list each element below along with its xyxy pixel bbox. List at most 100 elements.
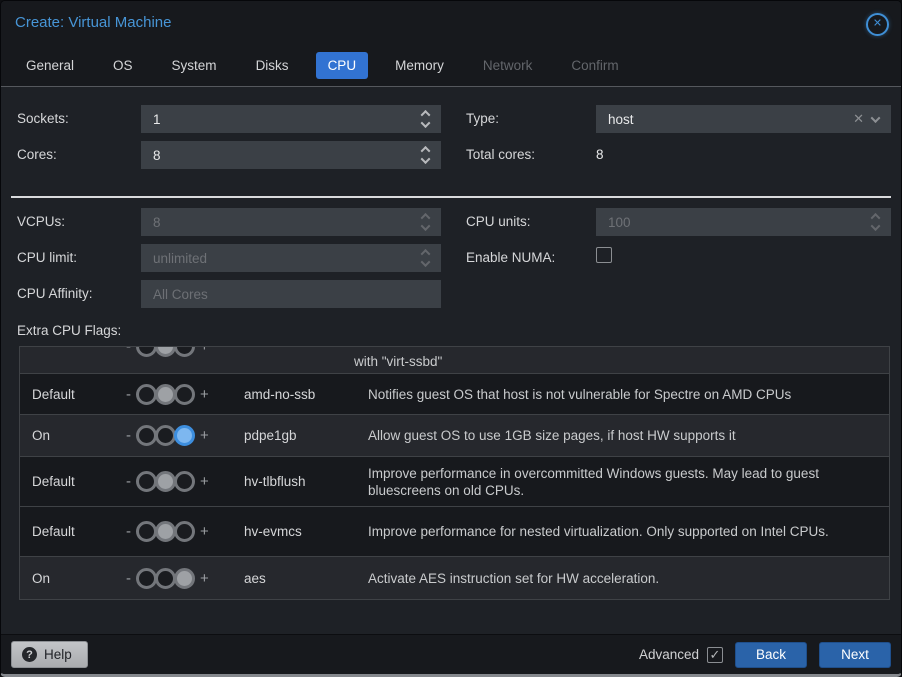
plus-label: +	[200, 474, 209, 489]
tab-label: Memory	[395, 58, 444, 73]
minus-label: -	[126, 474, 131, 489]
flag-row: Default - + hv-tlbflush Improve performa…	[20, 457, 889, 507]
flag-row: On - + pdpe1gb Allow guest OS to use 1GB…	[20, 415, 889, 457]
next-button[interactable]: Next	[819, 642, 891, 668]
cpu-affinity-label: CPU Affinity:	[17, 286, 93, 301]
slider-off-dot[interactable]	[136, 521, 157, 542]
flag-name: hv-tlbflush	[244, 474, 368, 489]
clear-icon[interactable]: ✕	[845, 111, 872, 127]
cpu-affinity-input[interactable]	[141, 287, 441, 302]
spinner	[416, 110, 441, 128]
cores-input[interactable]	[141, 148, 416, 163]
spinner-down-icon[interactable]	[421, 257, 431, 267]
cpu-limit-label: CPU limit:	[17, 250, 77, 265]
spinner-down-icon[interactable]	[871, 221, 881, 231]
slider-off-dot[interactable]	[136, 568, 157, 589]
slider-default-dot[interactable]	[155, 568, 176, 589]
cpu-limit-field[interactable]	[141, 244, 441, 272]
plus-label: +	[200, 571, 209, 586]
help-icon: ?	[22, 647, 37, 662]
vcpus-input[interactable]	[141, 215, 416, 230]
tab-label: Network	[483, 58, 533, 73]
flag-tristate-slider[interactable]: - +	[126, 384, 209, 405]
flag-tristate-slider[interactable]: - +	[126, 521, 209, 542]
flag-description: Improve performance in overcommitted Win…	[368, 465, 879, 499]
cpu-units-input[interactable]	[596, 215, 866, 230]
create-vm-dialog: Create: Virtual Machine ✕ General OS Syste…	[0, 0, 902, 677]
slider-off-dot[interactable]	[136, 347, 157, 357]
plus-label: +	[200, 524, 209, 539]
flag-tristate-slider[interactable]: - +	[126, 347, 209, 357]
slider-default-dot[interactable]	[155, 521, 176, 542]
tab-bar: General OS System Disks CPU Memory Network Conf…	[1, 45, 901, 86]
cores-field[interactable]	[141, 141, 441, 169]
slider-off-dot[interactable]	[136, 384, 157, 405]
slider-default-dot[interactable]	[155, 347, 176, 357]
spinner-down-icon[interactable]	[421, 221, 431, 231]
slider-default-dot[interactable]	[155, 384, 176, 405]
slider-on-dot[interactable]	[174, 568, 195, 589]
slider-off-dot[interactable]	[136, 425, 157, 446]
tab-network[interactable]: Network	[471, 52, 545, 79]
slider-on-dot[interactable]	[174, 425, 195, 446]
advanced-checkbox[interactable]: ✓	[707, 647, 723, 663]
cpu-limit-input[interactable]	[141, 251, 416, 266]
spinner-down-icon[interactable]	[421, 118, 431, 128]
slider-default-dot[interactable]	[155, 471, 176, 492]
sockets-input[interactable]	[141, 112, 416, 127]
tab-label: General	[26, 58, 74, 73]
help-button[interactable]: ? Help	[11, 641, 88, 668]
flag-tristate-slider[interactable]: - +	[126, 471, 209, 492]
tab-label: Disks	[256, 58, 289, 73]
flag-description: Activate AES instruction set for HW acce…	[368, 570, 879, 587]
cpu-affinity-field[interactable]	[141, 280, 441, 308]
flag-tristate-slider[interactable]: - +	[126, 425, 209, 446]
type-label: Type:	[466, 111, 499, 126]
tab-disks[interactable]: Disks	[244, 52, 301, 79]
tab-os[interactable]: OS	[101, 52, 145, 79]
tab-confirm[interactable]: Confirm	[559, 52, 630, 79]
tab-general[interactable]: General	[14, 52, 86, 79]
slider-on-dot[interactable]	[174, 347, 195, 357]
dialog-footer: ? Help Advanced ✓ Back Next	[1, 634, 901, 674]
total-cores-value: 8	[596, 147, 604, 162]
enable-numa-checkbox[interactable]: ✓	[596, 247, 612, 263]
slider-on-dot[interactable]	[174, 384, 195, 405]
minus-label: -	[126, 347, 131, 354]
sockets-label: Sockets:	[17, 111, 69, 126]
slider-on-dot[interactable]	[174, 521, 195, 542]
spinner	[416, 249, 441, 267]
dialog-titlebar: Create: Virtual Machine ✕	[1, 1, 901, 45]
cpu-units-label: CPU units:	[466, 214, 531, 229]
tab-cpu[interactable]: CPU	[316, 52, 369, 79]
tab-system[interactable]: System	[160, 52, 229, 79]
spinner	[416, 213, 441, 231]
plus-label: +	[200, 428, 209, 443]
close-icon[interactable]: ✕	[866, 13, 889, 36]
flag-row: On - + aes Activate AES instruction set …	[20, 557, 889, 599]
tab-label: CPU	[328, 58, 357, 73]
chevron-down-icon[interactable]	[871, 113, 881, 123]
tab-memory[interactable]: Memory	[383, 52, 456, 79]
slider-off-dot[interactable]	[136, 471, 157, 492]
type-input[interactable]	[596, 112, 845, 127]
flag-description: Allow guest OS to use 1GB size pages, if…	[368, 427, 879, 444]
flag-state-label: Default	[32, 524, 126, 539]
minus-label: -	[126, 524, 131, 539]
dialog-title: Create: Virtual Machine	[15, 14, 171, 31]
sockets-field[interactable]	[141, 105, 441, 133]
flag-tristate-slider[interactable]: - +	[126, 568, 209, 589]
cpu-units-field[interactable]	[596, 208, 891, 236]
tab-label: Confirm	[571, 58, 618, 73]
back-button[interactable]: Back	[735, 642, 807, 668]
extra-cpu-flags-label: Extra CPU Flags:	[17, 323, 121, 338]
flag-name: pdpe1gb	[244, 428, 368, 443]
type-field[interactable]: ✕	[596, 105, 891, 133]
spinner-down-icon[interactable]	[421, 154, 431, 164]
slider-on-dot[interactable]	[174, 471, 195, 492]
slider-default-dot[interactable]	[155, 425, 176, 446]
flag-name: amd-no-ssb	[244, 387, 368, 402]
vcpus-field[interactable]	[141, 208, 441, 236]
tab-label: System	[172, 58, 217, 73]
flag-state-label: Default	[32, 387, 126, 402]
